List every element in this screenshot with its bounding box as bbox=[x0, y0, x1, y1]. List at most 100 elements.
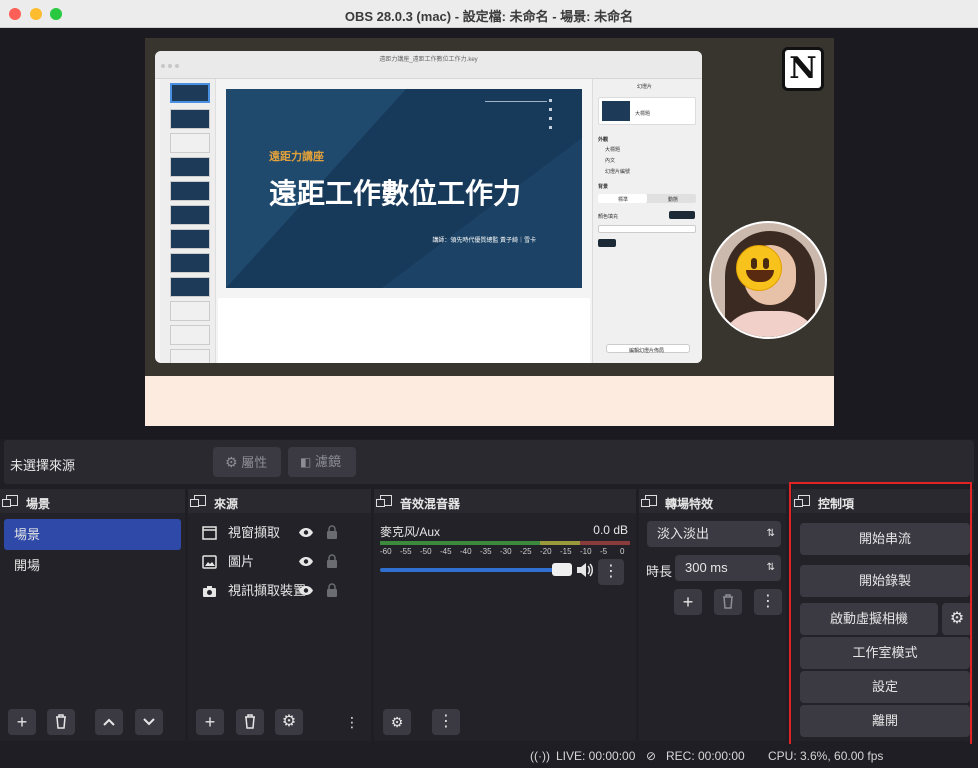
scenes-dock: 場景 場景 開場 + bbox=[0, 489, 185, 741]
meter-scale-label: -20 bbox=[540, 547, 552, 556]
meter-scale-label: -35 bbox=[480, 547, 492, 556]
scene-item[interactable]: 場景 bbox=[4, 519, 181, 550]
source-toolbar: 未選擇來源 ⚙ 屬性 ◧ 濾鏡 bbox=[4, 440, 974, 484]
scenes-title: 場景 bbox=[26, 497, 51, 511]
more-vertical-icon: ⋮ bbox=[345, 714, 359, 730]
recording-icon: ⊘ bbox=[646, 749, 657, 763]
source-item[interactable]: 視窗擷取 bbox=[202, 521, 362, 545]
inspector-bg-label: 背景 bbox=[598, 184, 609, 190]
slide-thumbnail bbox=[170, 229, 210, 249]
lock-icon[interactable] bbox=[326, 554, 338, 569]
eye-icon[interactable] bbox=[298, 585, 314, 596]
duration-spinbox[interactable]: 300 ms ⇅ bbox=[675, 555, 781, 581]
dock-float-icon[interactable] bbox=[190, 495, 206, 507]
keynote-notes-area bbox=[218, 298, 590, 363]
remove-transition-button[interactable] bbox=[714, 589, 742, 615]
inspector-edit-layout-button: 編輯幻燈片佈局 bbox=[606, 344, 690, 354]
slide-thumbnail bbox=[170, 277, 210, 297]
more-vertical-icon: ⋮ bbox=[438, 713, 454, 730]
live-status: LIVE: 00:00:00 bbox=[556, 749, 636, 763]
gear-icon: ⚙ bbox=[949, 610, 965, 627]
mixer-menu-button[interactable]: ⋮ bbox=[432, 709, 460, 735]
meter-scale-label: -40 bbox=[460, 547, 472, 556]
meter-scale-label: -10 bbox=[580, 547, 592, 556]
sources-dock: 來源 視窗擷取 圖片 視訊擷取裝置 + ⚙ ⋮ bbox=[188, 489, 371, 741]
start-streaming-button[interactable]: 開始串流 bbox=[800, 523, 970, 555]
window-titlebar: OBS 28.0.3 (mac) - 設定檔: 未命名 - 場景: 未命名 bbox=[0, 0, 978, 28]
volume-slider-knob[interactable] bbox=[552, 563, 572, 576]
mixer-channel-db: 0.0 dB bbox=[593, 523, 628, 537]
slide-thumbnail bbox=[170, 109, 210, 129]
properties-button[interactable]: ⚙ 屬性 bbox=[213, 447, 281, 477]
inspector-check: 大標題 bbox=[605, 147, 621, 153]
remove-scene-button[interactable] bbox=[47, 709, 75, 735]
lock-icon[interactable] bbox=[326, 525, 338, 540]
eye-icon[interactable] bbox=[298, 556, 314, 567]
lock-icon[interactable] bbox=[326, 583, 338, 598]
inspector-fill-label: 顏色填充 bbox=[598, 214, 619, 220]
dock-float-icon[interactable] bbox=[2, 495, 18, 507]
slide-thumbnail bbox=[170, 301, 210, 321]
stepper-icon: ⇅ bbox=[766, 562, 775, 573]
duration-label: 時長 bbox=[646, 564, 673, 579]
volume-meter bbox=[380, 541, 630, 545]
inspector-tab: 幻燈片 bbox=[637, 84, 653, 90]
inspector-layout-card: 大標題 bbox=[598, 97, 696, 125]
mixer-channel-name: 麥克风/Aux bbox=[380, 525, 441, 539]
mixer-channel-menu-button[interactable]: ⋮ bbox=[598, 559, 624, 585]
transition-select[interactable]: 淡入淡出 ⇅ bbox=[647, 521, 781, 547]
settings-button[interactable]: 設定 bbox=[800, 671, 970, 703]
source-item[interactable]: 視訊擷取裝置 bbox=[202, 579, 362, 603]
inspector-check: 幻燈片編號 bbox=[605, 169, 631, 175]
add-source-button[interactable]: + bbox=[196, 709, 224, 735]
inspector-appearance-label: 外觀 bbox=[598, 137, 609, 143]
scene-item[interactable]: 開場 bbox=[4, 550, 181, 581]
advanced-audio-properties-button[interactable]: ⚙ bbox=[383, 709, 411, 735]
rec-status: REC: 00:00:00 bbox=[666, 749, 745, 763]
filters-button[interactable]: ◧ 濾鏡 bbox=[288, 447, 356, 477]
dock-float-icon[interactable] bbox=[376, 495, 392, 507]
source-item[interactable]: 圖片 bbox=[202, 550, 362, 574]
controls-dock: 控制項 開始串流 開始錄製 啟動虛擬相機 ⚙ 工作室模式 設定 離開 bbox=[792, 489, 974, 741]
slide-title: 遠距工作數位工作力 bbox=[269, 178, 522, 209]
filter-icon: ◧ bbox=[300, 455, 312, 469]
sources-title: 來源 bbox=[214, 497, 239, 511]
no-source-selected-label: 未選擇來源 bbox=[10, 458, 76, 473]
trash-icon bbox=[723, 594, 733, 609]
keynote-filename: 遠距力講座_遠距工作數位工作力.key bbox=[379, 57, 478, 63]
start-recording-button[interactable]: 開始錄製 bbox=[800, 565, 970, 597]
inspector-bg-segment: 標準 動態 bbox=[598, 194, 696, 203]
dock-float-icon[interactable] bbox=[794, 495, 810, 507]
trash-icon bbox=[245, 714, 255, 729]
exit-button[interactable]: 離開 bbox=[800, 705, 970, 737]
meter-scale-label: -15 bbox=[560, 547, 572, 556]
start-virtual-camera-button[interactable]: 啟動虛擬相機 bbox=[800, 603, 938, 635]
cpu-status: CPU: 3.6%, 60.00 fps bbox=[768, 749, 884, 763]
image-icon bbox=[202, 555, 217, 569]
status-bar: ((·)) LIVE: 00:00:00 ⊘ REC: 00:00:00 CPU… bbox=[0, 744, 978, 768]
meter-scale-label: -45 bbox=[440, 547, 452, 556]
dock-float-icon[interactable] bbox=[641, 495, 657, 507]
remove-source-button[interactable] bbox=[236, 709, 264, 735]
add-scene-button[interactable]: + bbox=[8, 709, 36, 735]
speaker-icon[interactable] bbox=[576, 562, 594, 578]
eye-icon[interactable] bbox=[298, 527, 314, 538]
studio-mode-button[interactable]: 工作室模式 bbox=[800, 637, 970, 669]
source-properties-button[interactable]: ⚙ bbox=[275, 709, 303, 735]
slide-thumbnail bbox=[170, 157, 210, 177]
add-transition-button[interactable]: + bbox=[674, 589, 702, 615]
slide-credit: 講師：領先時代優質總監 黃子綺｜雪卡 bbox=[432, 238, 536, 244]
move-scene-up-button[interactable] bbox=[95, 709, 123, 735]
volume-slider-track[interactable] bbox=[380, 568, 564, 572]
keynote-toolbar: 遠距力講座_遠距工作數位工作力.key bbox=[155, 51, 702, 79]
slide-thumbnail bbox=[170, 325, 210, 345]
audio-mixer-dock: 音效混音器 麥克风/Aux 0.0 dB -60 -55 -50 -45 -40 -35-… bbox=[374, 489, 636, 741]
mixer-title: 音效混音器 bbox=[400, 497, 461, 511]
meter-scale-label: -60 bbox=[380, 547, 392, 556]
more-vertical-icon: ⋮ bbox=[603, 563, 619, 580]
virtual-camera-settings-button[interactable]: ⚙ bbox=[942, 603, 972, 635]
source-menu-button[interactable]: ⋮ bbox=[344, 709, 360, 735]
transition-properties-button[interactable]: ⋮ bbox=[754, 589, 782, 615]
controls-title: 控制項 bbox=[818, 497, 855, 511]
move-scene-down-button[interactable] bbox=[135, 709, 163, 735]
